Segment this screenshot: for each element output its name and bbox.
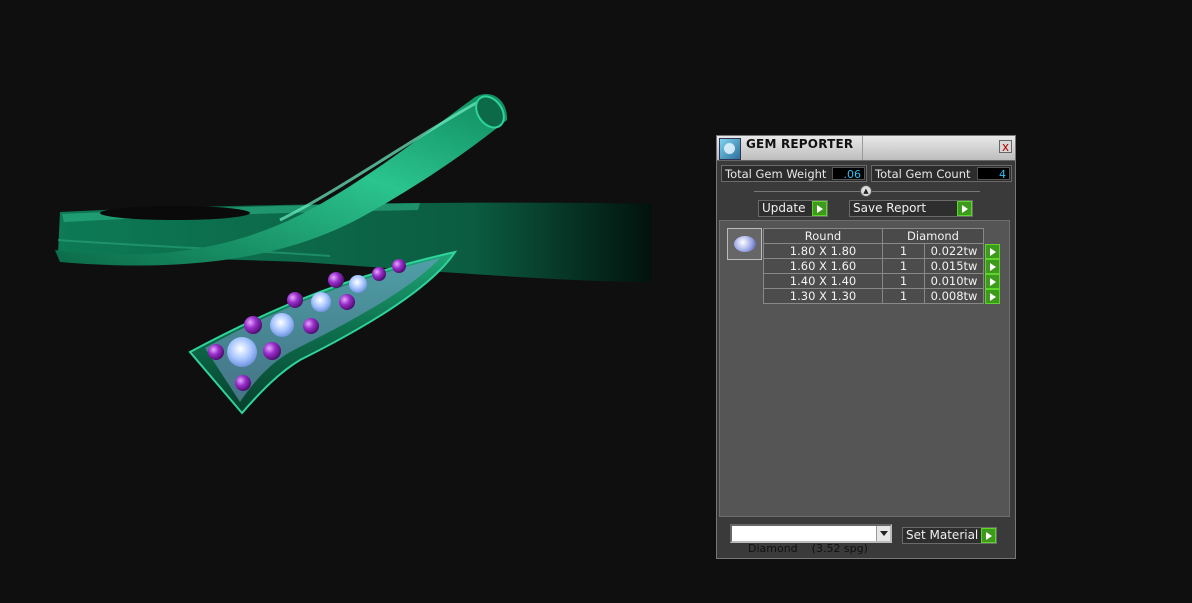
material-dropdown[interactable]: Diamond (3.52 spg) (730, 524, 892, 555)
set-material-button-label: Set Material (906, 528, 979, 542)
gem-weight-cell: 0.008tw (924, 288, 984, 304)
panel-title: GEM REPORTER (746, 137, 854, 151)
close-icon[interactable]: x (999, 140, 1012, 153)
gem-qty-cell: 1 (881, 243, 926, 259)
total-gem-weight-field: Total Gem Weight .06 (721, 165, 867, 182)
save-report-button-label: Save Report (853, 201, 927, 215)
gem-weight-cell: 0.010tw (924, 273, 984, 289)
total-gem-count-value: 4 (977, 167, 1010, 181)
play-arrow-icon[interactable] (985, 288, 1000, 304)
table-row[interactable]: 1.60 X 1.60 1 0.015tw (763, 258, 1002, 274)
total-gem-count-label: Total Gem Count (875, 167, 971, 181)
update-button[interactable]: Update (758, 200, 828, 217)
column-header-shape: Round (763, 228, 883, 244)
table-row[interactable]: 1.80 X 1.80 1 0.022tw (763, 243, 1002, 259)
total-gem-weight-label: Total Gem Weight (725, 167, 827, 181)
table-row[interactable]: 1.40 X 1.40 1 0.010tw (763, 273, 1002, 289)
total-gem-weight-value: .06 (832, 167, 865, 181)
set-material-button[interactable]: Set Material (902, 527, 997, 544)
app-icon (719, 138, 741, 160)
titlebar-divider (862, 136, 863, 160)
update-button-label: Update (762, 201, 806, 215)
play-arrow-icon[interactable] (812, 201, 827, 216)
material-dropdown-value: Diamond (3.52 spg) (748, 542, 868, 555)
table-row[interactable]: 1.30 X 1.30 1 0.008tw (763, 288, 1002, 304)
column-header-material: Diamond (882, 228, 984, 244)
gem-qty-cell: 1 (881, 258, 926, 274)
gem-list-area: Round Diamond 1.80 X 1.80 1 0.022tw 1.60… (719, 220, 1010, 517)
ring-model (55, 93, 652, 415)
gem-size-cell: 1.40 X 1.40 (763, 273, 883, 289)
gem-size-cell: 1.80 X 1.80 (763, 243, 883, 259)
gem-size-cell: 1.60 X 1.60 (763, 258, 883, 274)
play-arrow-icon[interactable] (957, 201, 972, 216)
collapse-toggle-icon[interactable]: ▲ (860, 185, 872, 197)
gem-table: Round Diamond 1.80 X 1.80 1 0.022tw 1.60… (763, 228, 1002, 304)
panel-titlebar[interactable]: GEM REPORTER x (717, 136, 1015, 161)
total-gem-count-field: Total Gem Count 4 (871, 165, 1012, 182)
table-header-row: Round Diamond (763, 228, 1002, 244)
play-arrow-icon[interactable] (985, 258, 1000, 274)
gem-size-cell: 1.30 X 1.30 (763, 288, 883, 304)
dropdown-arrow-icon[interactable] (876, 526, 890, 541)
gem-thumbnail-icon[interactable] (727, 228, 762, 260)
gem-weight-cell: 0.022tw (924, 243, 984, 259)
gem-qty-cell: 1 (881, 273, 926, 289)
gem-reporter-panel: GEM REPORTER x Total Gem Weight .06 Tota… (716, 135, 1016, 559)
save-report-button[interactable]: Save Report (849, 200, 973, 217)
play-arrow-icon[interactable] (985, 243, 1000, 259)
gem-qty-cell: 1 (881, 288, 926, 304)
play-arrow-icon[interactable] (985, 273, 1000, 289)
play-arrow-icon[interactable] (981, 528, 996, 543)
gem-weight-cell: 0.015tw (924, 258, 984, 274)
